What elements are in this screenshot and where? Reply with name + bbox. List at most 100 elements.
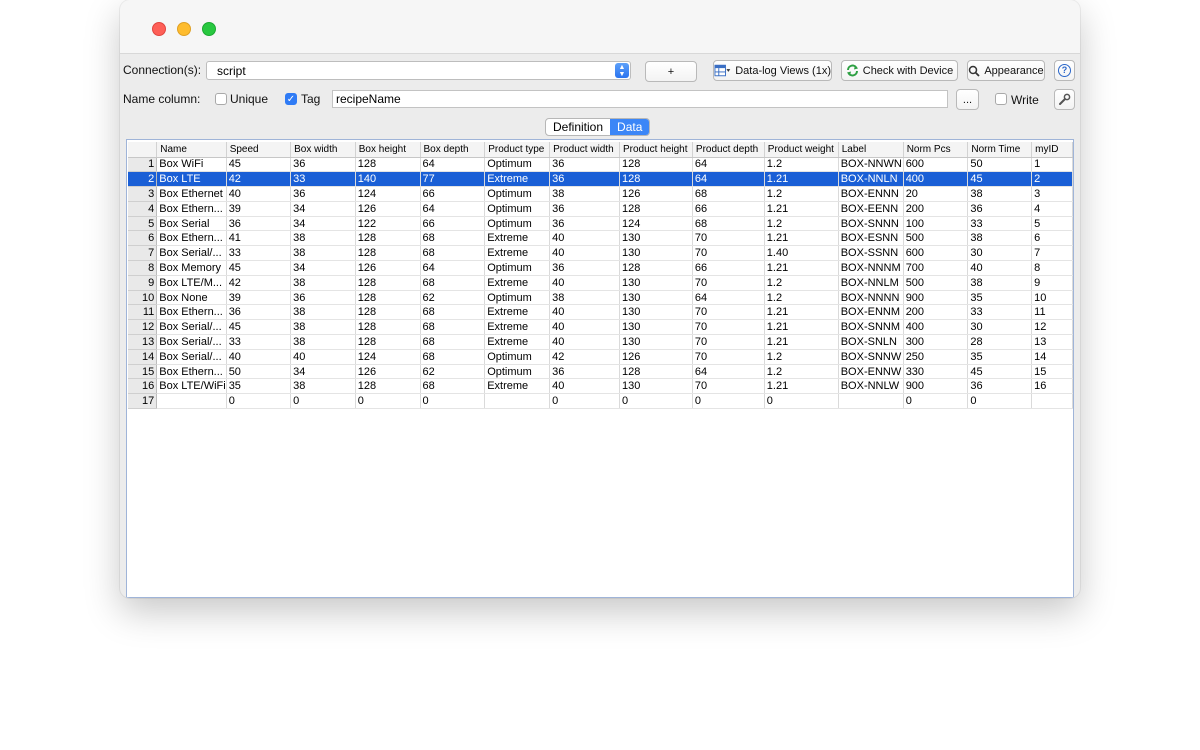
table-cell[interactable]: 1.21 [764, 171, 839, 188]
table-cell[interactable] [1031, 393, 1073, 410]
table-cell[interactable]: 600 [903, 157, 969, 173]
help-button[interactable]: ? [1054, 60, 1075, 81]
table-cell[interactable]: 38 [290, 334, 356, 350]
row-number[interactable]: 9 [128, 275, 158, 291]
column-header[interactable]: Product weight [764, 142, 839, 158]
table-cell[interactable]: 38 [549, 186, 620, 202]
column-header[interactable]: Box depth [420, 142, 486, 158]
table-cell[interactable]: 66 [692, 260, 765, 276]
table-cell[interactable]: 68 [692, 186, 765, 202]
row-number[interactable]: 10 [128, 290, 158, 306]
table-cell[interactable]: 128 [619, 260, 693, 276]
table-row[interactable]: 17 0 0 0 0 0 0 0 0 0 0 [128, 393, 1073, 410]
table-cell[interactable]: 124 [619, 216, 693, 232]
table-cell[interactable]: 300 [903, 334, 969, 350]
table-row[interactable]: 12 Box Serial/... 45 38 128 68 Extreme 40 130 70 1… [128, 319, 1073, 336]
table-cell[interactable]: 36 [290, 186, 356, 202]
table-cell[interactable]: 38 [290, 319, 356, 336]
table-row[interactable]: 14 Box Serial/... 40 40 124 68 Optimum 42 126 70 1… [128, 349, 1073, 365]
table-cell[interactable]: Extreme [484, 230, 551, 247]
table-cell[interactable]: 68 [420, 349, 486, 365]
table-cell[interactable]: 42 [226, 171, 292, 188]
table-cell[interactable]: 36 [549, 216, 620, 232]
table-cell[interactable]: 1.2 [764, 216, 839, 232]
table-cell[interactable]: 38 [967, 230, 1033, 247]
table-cell[interactable]: 36 [226, 304, 292, 321]
table-cell[interactable]: 36 [549, 201, 620, 217]
table-cell[interactable]: Optimum [484, 349, 551, 365]
table-cell[interactable]: 35 [967, 290, 1033, 306]
table-cell[interactable]: 1.21 [764, 319, 839, 336]
table-cell[interactable]: 900 [903, 378, 969, 395]
table-cell[interactable]: 1 [1031, 157, 1073, 173]
table-cell[interactable]: 45 [226, 319, 292, 336]
table-cell[interactable]: 330 [903, 364, 969, 380]
table-cell[interactable]: 400 [903, 319, 969, 336]
table-cell[interactable]: 45 [967, 364, 1033, 380]
table-cell[interactable]: 124 [355, 186, 421, 202]
row-number[interactable]: 16 [128, 378, 158, 395]
table-cell[interactable]: 66 [692, 201, 765, 217]
table-cell[interactable] [156, 393, 227, 410]
table-cell[interactable]: BOX-NNNN [838, 290, 904, 306]
table-cell[interactable]: 1.21 [764, 378, 839, 395]
table-cell[interactable]: 0 [420, 393, 486, 410]
table-cell[interactable]: 1.21 [764, 334, 839, 350]
table-cell[interactable]: 66 [420, 186, 486, 202]
table-cell[interactable]: 1.21 [764, 304, 839, 321]
table-cell[interactable]: Optimum [484, 186, 551, 202]
column-header[interactable]: myID [1031, 142, 1073, 158]
table-cell[interactable]: Extreme [484, 245, 551, 262]
table-cell[interactable]: 130 [619, 319, 693, 336]
column-header[interactable]: Box height [355, 142, 421, 158]
table-cell[interactable]: 12 [1031, 319, 1073, 336]
table-cell[interactable]: Box Ethern... [156, 201, 227, 217]
table-cell[interactable]: 0 [967, 393, 1033, 410]
table-cell[interactable]: BOX-NNWN [838, 157, 904, 173]
table-cell[interactable]: 1.2 [764, 186, 839, 202]
table-cell[interactable]: 33 [967, 216, 1033, 232]
table-cell[interactable]: 128 [619, 171, 693, 188]
table-cell[interactable]: 38 [549, 290, 620, 306]
row-number[interactable]: 11 [128, 304, 158, 321]
table-cell[interactable]: BOX-NNNM [838, 260, 904, 276]
table-cell[interactable]: 1.2 [764, 157, 839, 173]
column-header[interactable]: Product type [484, 142, 551, 158]
table-row[interactable]: 1 Box WiFi 45 36 128 64 Optimum 36 128 64 1.2 BOX-N… [128, 157, 1073, 173]
table-cell[interactable]: 30 [967, 319, 1033, 336]
table-cell[interactable]: 64 [420, 201, 486, 217]
table-cell[interactable]: BOX-NNLN [838, 171, 904, 188]
table-cell[interactable]: BOX-ENNM [838, 304, 904, 321]
column-header[interactable]: Product depth [692, 142, 765, 158]
table-cell[interactable]: 128 [355, 334, 421, 350]
row-number[interactable]: 17 [128, 393, 158, 410]
table-cell[interactable]: 70 [692, 319, 765, 336]
row-number[interactable]: 12 [128, 319, 158, 336]
table-cell[interactable]: 128 [355, 304, 421, 321]
table-cell[interactable]: 41 [226, 230, 292, 247]
unique-checkbox[interactable] [215, 93, 227, 105]
tag-name-input[interactable]: recipeName [332, 90, 948, 108]
table-cell[interactable]: 36 [549, 260, 620, 276]
table-cell[interactable]: 200 [903, 201, 969, 217]
table-cell[interactable]: 40 [549, 230, 620, 247]
table-cell[interactable]: 33 [967, 304, 1033, 321]
table-cell[interactable]: 70 [692, 349, 765, 365]
table-cell[interactable]: 1.40 [764, 245, 839, 262]
table-cell[interactable]: 38 [967, 186, 1033, 202]
table-cell[interactable]: 400 [903, 171, 969, 188]
table-cell[interactable]: 68 [420, 275, 486, 291]
table-cell[interactable]: 64 [692, 364, 765, 380]
table-cell[interactable]: Extreme [484, 304, 551, 321]
table-cell[interactable]: 2 [1031, 171, 1073, 188]
table-cell[interactable]: BOX-NNLM [838, 275, 904, 291]
table-cell[interactable]: 62 [420, 364, 486, 380]
table-cell[interactable]: 700 [903, 260, 969, 276]
table-cell[interactable]: 130 [619, 245, 693, 262]
table-cell[interactable]: 10 [1031, 290, 1073, 306]
table-cell[interactable]: 70 [692, 230, 765, 247]
table-cell[interactable]: Extreme [484, 334, 551, 350]
table-cell[interactable]: BOX-SNNN [838, 216, 904, 232]
table-cell[interactable]: 64 [692, 157, 765, 173]
table-cell[interactable]: Box LTE/M... [156, 275, 227, 291]
